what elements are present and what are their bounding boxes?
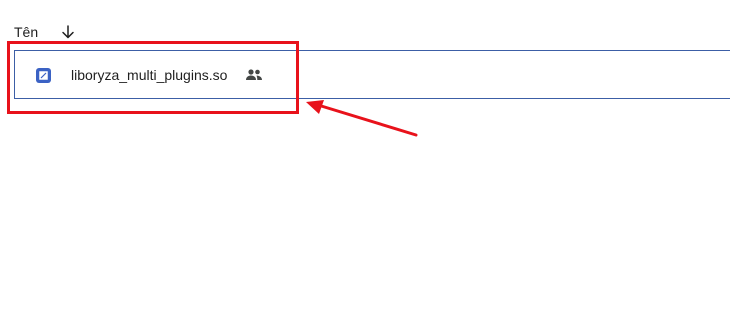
column-header: Tên (14, 22, 76, 42)
name-column-label[interactable]: Tên (14, 24, 38, 40)
annotation-arrow-icon (306, 100, 418, 137)
sort-arrow-down-icon[interactable] (60, 24, 76, 40)
annotation-highlight-box (7, 41, 299, 114)
